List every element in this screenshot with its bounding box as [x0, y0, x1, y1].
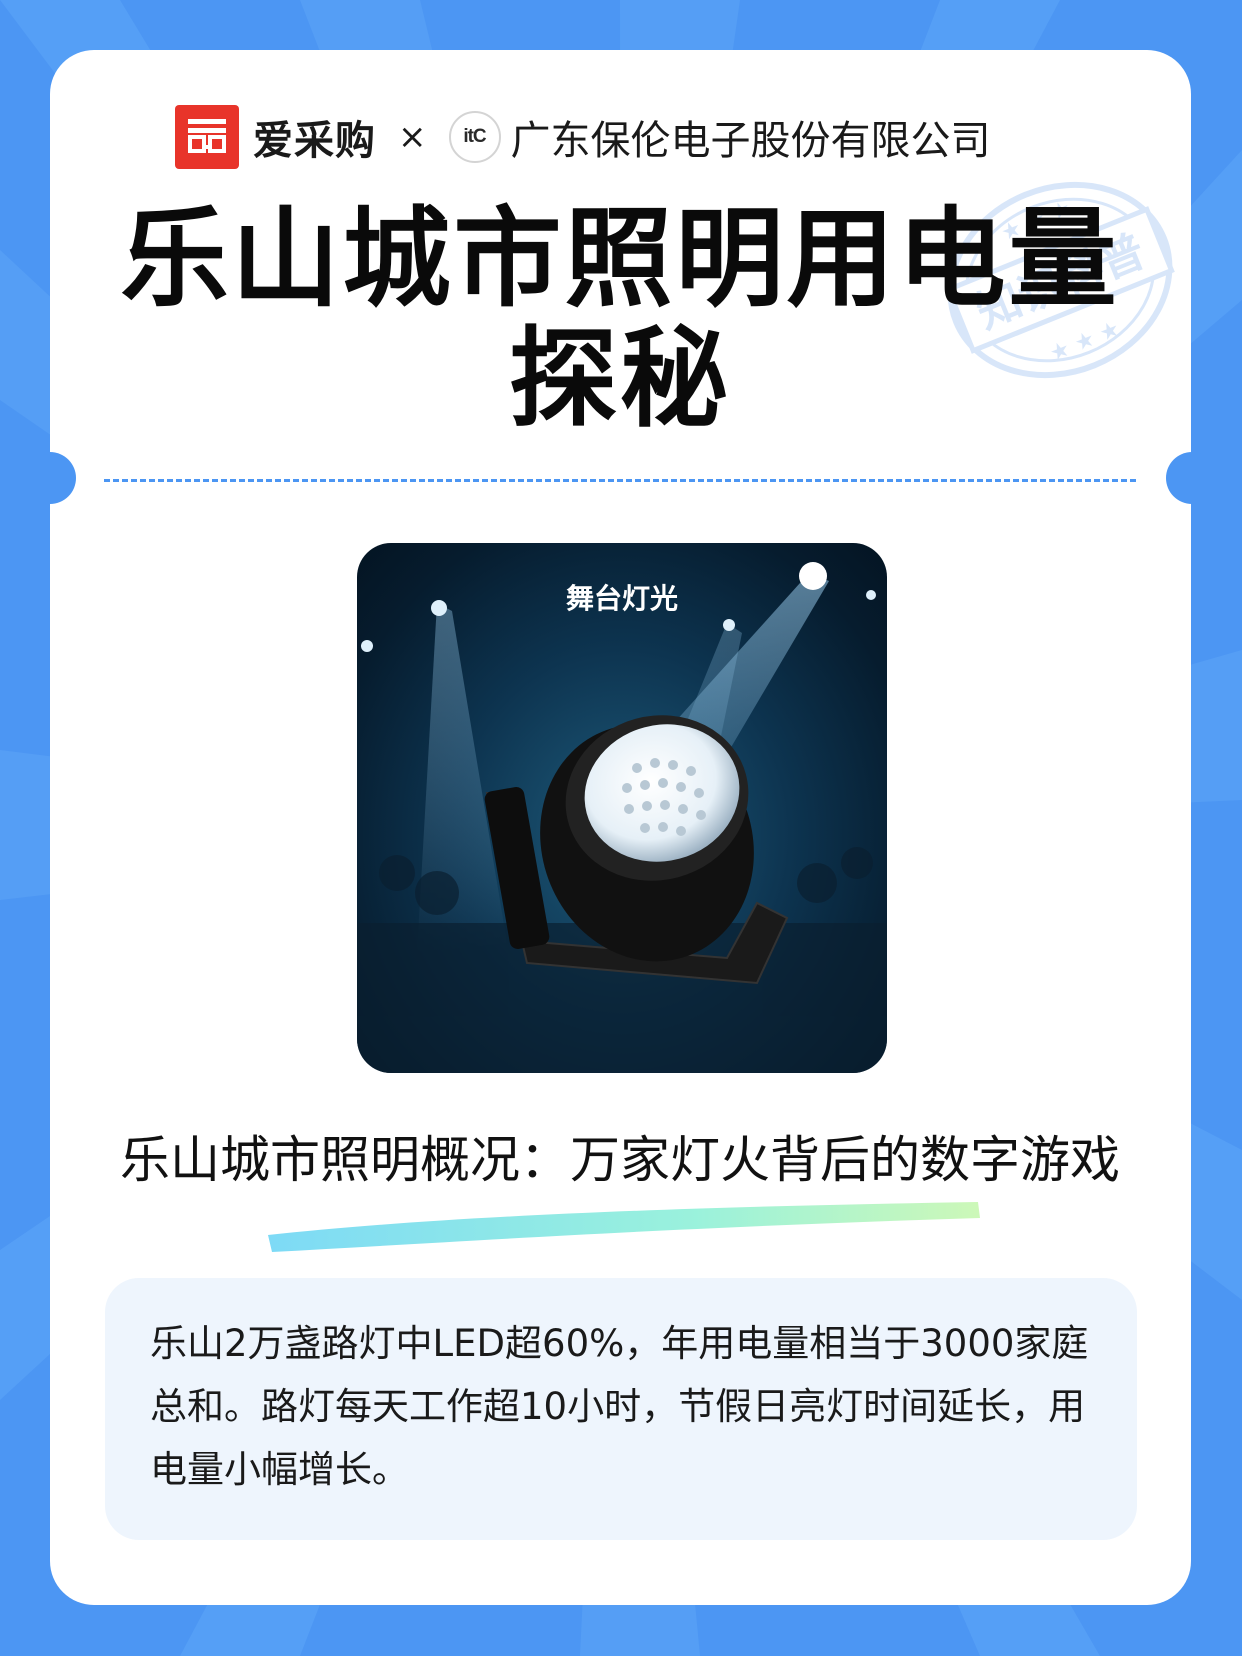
- info-body-text: 乐山2万盏路灯中LED超60%，年用电量相当于3000家庭总和。路灯每天工作超1…: [150, 1322, 1089, 1491]
- brand-name: 爱采购: [253, 118, 376, 164]
- collaboration-separator: ×: [398, 117, 427, 157]
- itc-logo-icon: itC: [448, 111, 501, 163]
- company-name: 广东保伦电子股份有限公司: [510, 118, 991, 164]
- section-subtitle: 乐山城市照明概况：万家灯火背后的数字游戏: [120, 1131, 1120, 1189]
- ticket-notch-left: [24, 452, 76, 504]
- itc-logo-text: itC: [463, 126, 486, 147]
- photo-caption: 舞台灯光: [565, 582, 678, 615]
- dashed-divider: [104, 479, 1136, 482]
- info-box: 乐山2万盏路灯中LED超60%，年用电量相当于3000家庭总和。路灯每天工作超1…: [105, 1278, 1137, 1540]
- ticket-notch-right: [1166, 452, 1218, 504]
- aicaigou-logo-icon: [175, 105, 239, 169]
- brand-header: 爱采购 × itC 广东保伦电子股份有限公司: [175, 105, 991, 169]
- stage-light-image: 舞台灯光: [357, 543, 887, 1073]
- page-title: 乐山城市照明用电量探秘: [120, 197, 1120, 442]
- subtitle-highlight-stroke: [268, 1202, 980, 1252]
